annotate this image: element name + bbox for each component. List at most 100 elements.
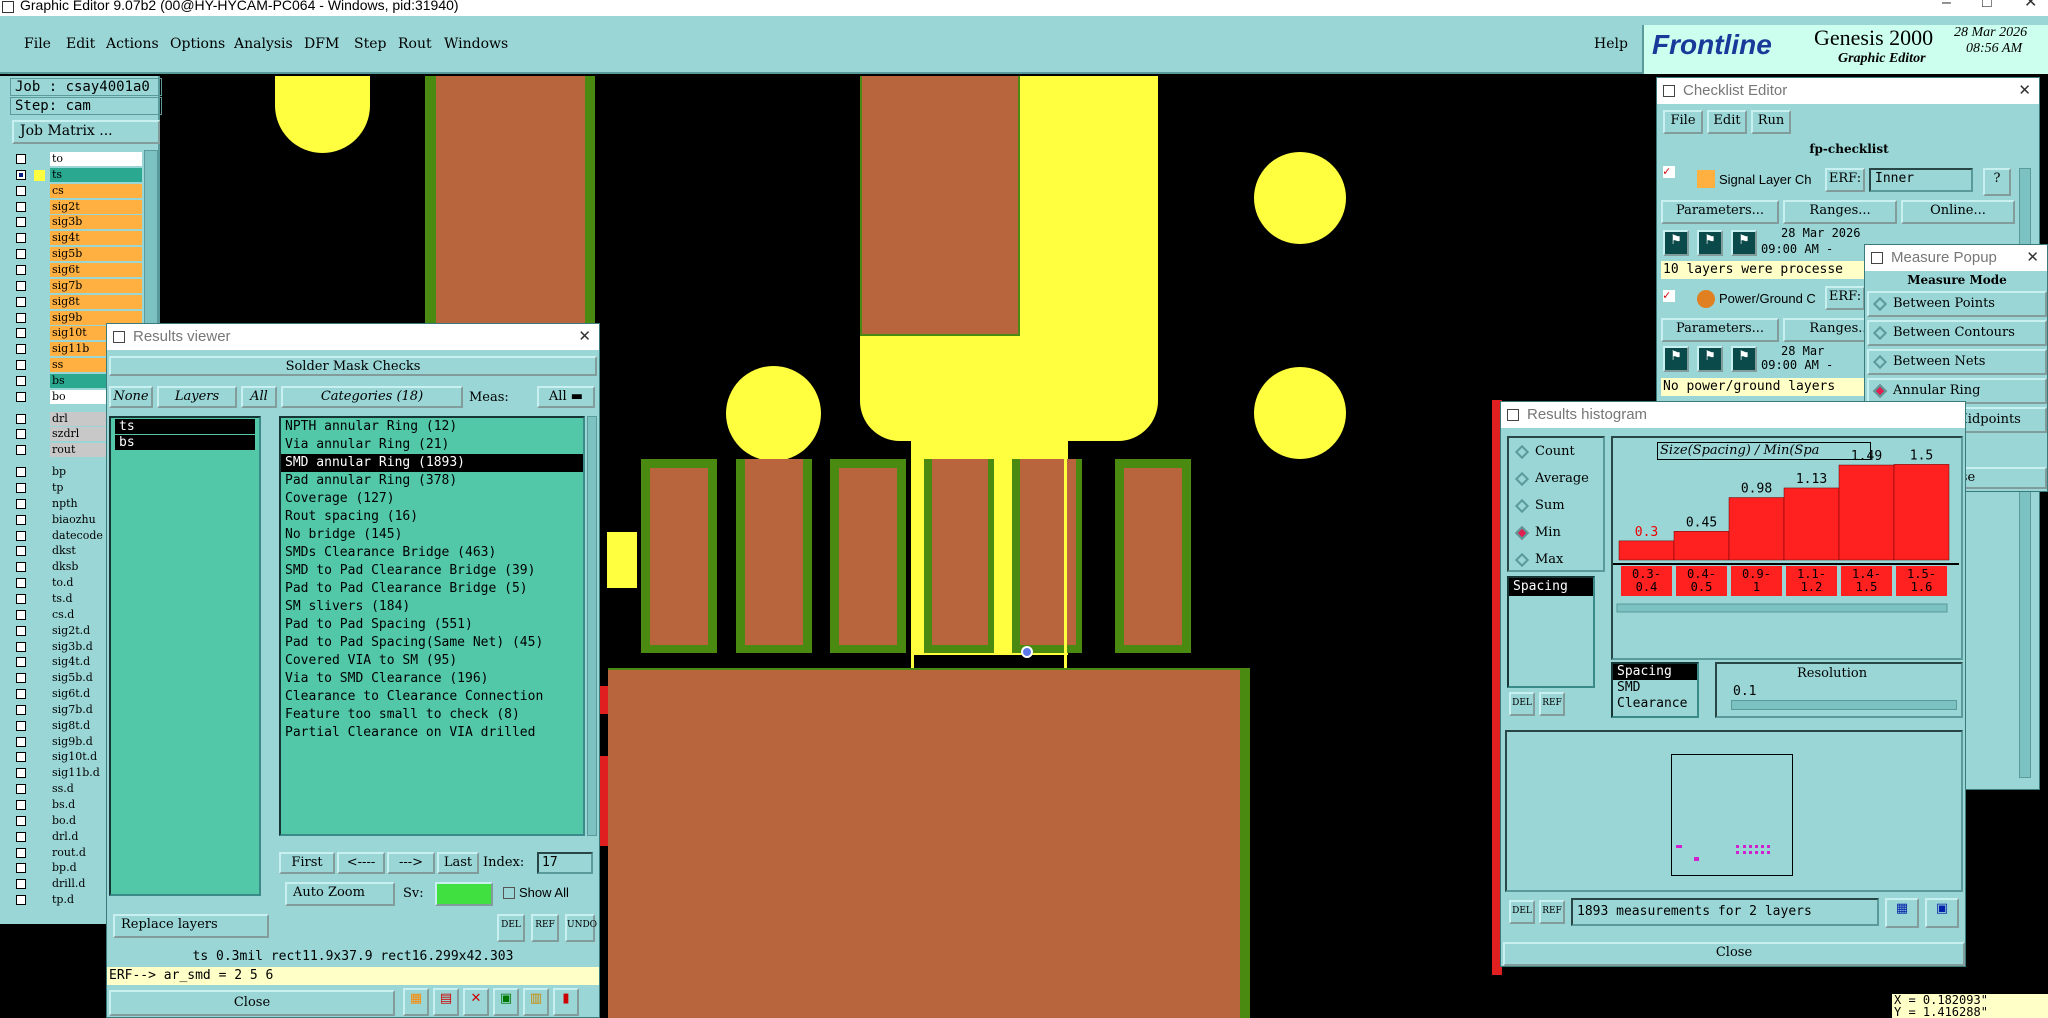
checklist-edit-menu[interactable]: Edit bbox=[1707, 110, 1747, 134]
layer-checkbox[interactable] bbox=[16, 625, 26, 636]
stat-radio[interactable]: Max bbox=[1514, 552, 1563, 567]
category-item[interactable]: Clearance to Clearance Connection bbox=[281, 688, 583, 706]
category-item[interactable]: Via annular Ring (21) bbox=[281, 436, 583, 454]
layer-checkbox[interactable] bbox=[16, 217, 26, 228]
category-item[interactable]: No bridge (145) bbox=[281, 526, 583, 544]
close-icon[interactable]: ✕ bbox=[2026, 245, 2039, 271]
list-item[interactable]: bs bbox=[115, 435, 255, 450]
row1-checkbox[interactable]: ✓ bbox=[1663, 165, 1675, 178]
layers-button[interactable]: Layers bbox=[157, 386, 237, 408]
histogram-scrollbar[interactable] bbox=[1616, 603, 1948, 613]
tool-icon-3[interactable]: ✕ bbox=[463, 988, 489, 1016]
prev-button[interactable]: <---- bbox=[337, 852, 385, 874]
category-item[interactable]: Partial Clearance on VIA drilled bbox=[281, 724, 583, 742]
close-icon[interactable]: ✕ bbox=[578, 324, 591, 350]
replace-layers-select[interactable]: Replace layers bbox=[113, 914, 269, 938]
category-item[interactable]: Pad to Pad Spacing(Same Net) (45) bbox=[281, 634, 583, 652]
category-item[interactable]: Pad annular Ring (378) bbox=[281, 472, 583, 490]
layer-checkbox[interactable] bbox=[16, 498, 26, 509]
ref-icon[interactable]: REF bbox=[531, 914, 559, 942]
layer-checkbox[interactable] bbox=[16, 154, 26, 164]
chart-icon[interactable]: ▣ bbox=[1925, 898, 1959, 928]
category-item[interactable]: SMDs Clearance Bridge (463) bbox=[281, 544, 583, 562]
menu-options[interactable]: Options bbox=[170, 36, 225, 52]
job-matrix-button[interactable]: Job Matrix ... bbox=[12, 120, 160, 144]
category-item[interactable]: SMD to Pad Clearance Bridge (39) bbox=[281, 562, 583, 580]
tool-icon-5[interactable]: ▥ bbox=[523, 988, 549, 1016]
stat-radio[interactable]: Sum bbox=[1514, 498, 1565, 513]
layer-checkbox[interactable] bbox=[16, 752, 26, 763]
ref-icon[interactable]: REF bbox=[1539, 692, 1565, 716]
next-button[interactable]: ---> bbox=[387, 852, 435, 874]
layer-checkbox[interactable] bbox=[16, 689, 26, 700]
category-item[interactable]: Via to SMD Clearance (196) bbox=[281, 670, 583, 688]
layer-checkbox[interactable] bbox=[16, 768, 26, 779]
list-item[interactable]: Spacing bbox=[1509, 578, 1593, 596]
layer-checkbox[interactable] bbox=[16, 593, 26, 604]
close-icon[interactable]: ✕ bbox=[2018, 78, 2031, 104]
run-icon[interactable]: ⚑ bbox=[1663, 346, 1689, 372]
menu-dfm[interactable]: DFM bbox=[304, 36, 339, 52]
layer-checkbox[interactable] bbox=[16, 609, 26, 620]
close-button[interactable]: Close bbox=[109, 990, 395, 1016]
layer-checkbox[interactable] bbox=[16, 185, 26, 196]
layer-row[interactable]: sig6t bbox=[12, 262, 142, 278]
layer-checkbox[interactable] bbox=[16, 264, 26, 275]
layer-checkbox[interactable] bbox=[16, 429, 26, 440]
sv-color-select[interactable] bbox=[435, 882, 493, 906]
row1-online-button[interactable]: Online... bbox=[1901, 200, 2015, 224]
measure-mode-option[interactable]: Between Contours bbox=[1867, 320, 2047, 346]
layer-checkbox[interactable] bbox=[16, 391, 26, 402]
histogram-close-button[interactable]: Close bbox=[1503, 942, 1965, 966]
layer-checkbox[interactable] bbox=[16, 280, 26, 291]
measure-mode-option[interactable]: Between Points bbox=[1867, 291, 2047, 317]
all-button[interactable]: All bbox=[241, 386, 277, 408]
row1-erf-value[interactable]: Inner bbox=[1869, 168, 1973, 192]
row1-parameters-button[interactable]: Parameters... bbox=[1661, 200, 1779, 224]
list-item[interactable]: Clearance bbox=[1613, 696, 1697, 712]
category-item[interactable]: SM slivers (184) bbox=[281, 598, 583, 616]
layer-checkbox[interactable] bbox=[16, 249, 26, 260]
layer-checkbox[interactable] bbox=[16, 800, 26, 810]
layer-checkbox[interactable] bbox=[16, 562, 26, 573]
layer-checkbox[interactable] bbox=[16, 413, 26, 424]
run-icon[interactable]: ⚑ bbox=[1663, 230, 1689, 256]
minimize-icon[interactable]: – bbox=[1942, 0, 1951, 11]
category-item[interactable]: Covered VIA to SM (95) bbox=[281, 652, 583, 670]
layer-checkbox[interactable] bbox=[16, 847, 26, 858]
tool-icon-6[interactable]: ▮ bbox=[553, 988, 579, 1016]
del-icon[interactable]: DEL bbox=[1509, 692, 1535, 716]
menu-help[interactable]: Help bbox=[1594, 36, 1628, 52]
run-icon[interactable]: ⚑ bbox=[1697, 346, 1723, 372]
type-list[interactable]: Spacing SMD Clearance bbox=[1611, 662, 1699, 718]
layer-row[interactable]: sig7b bbox=[12, 278, 142, 294]
layer-row[interactable]: sig4t bbox=[12, 231, 142, 246]
layer-checkbox[interactable] bbox=[16, 445, 26, 456]
layer-checkbox[interactable] bbox=[16, 201, 26, 212]
layer-row[interactable]: sig8t bbox=[12, 294, 142, 310]
ref-icon[interactable]: REF bbox=[1539, 900, 1565, 924]
layer-checkbox[interactable] bbox=[16, 736, 26, 747]
layer-checkbox[interactable] bbox=[16, 831, 26, 842]
list-item[interactable]: SMD bbox=[1613, 680, 1697, 696]
menu-windows[interactable]: Windows bbox=[444, 36, 508, 52]
row1-ranges-button[interactable]: Ranges... bbox=[1783, 200, 1897, 224]
category-item[interactable]: Coverage (127) bbox=[281, 490, 583, 508]
last-button[interactable]: Last bbox=[437, 852, 479, 874]
row1-erf-button[interactable]: ERF: bbox=[1825, 168, 1865, 192]
layer-checkbox[interactable] bbox=[16, 863, 26, 874]
layer-row[interactable]: to bbox=[12, 152, 142, 167]
layer-checkbox[interactable] bbox=[16, 312, 26, 323]
maximize-icon[interactable]: □ bbox=[1982, 0, 1992, 11]
layer-checkbox[interactable] bbox=[16, 784, 26, 795]
none-button[interactable]: None bbox=[109, 386, 153, 408]
layer-checkbox[interactable] bbox=[16, 657, 26, 668]
menu-step[interactable]: Step bbox=[354, 36, 386, 52]
layer-checkbox[interactable] bbox=[16, 641, 26, 652]
auto-zoom-select[interactable]: Auto Zoom bbox=[285, 882, 395, 906]
row2-parameters-button[interactable]: Parameters... bbox=[1661, 318, 1779, 342]
checklist-run-menu[interactable]: Run bbox=[1751, 110, 1791, 134]
menu-rout[interactable]: Rout bbox=[398, 36, 432, 52]
category-item[interactable]: Pad to Pad Clearance Bridge (5) bbox=[281, 580, 583, 598]
layer-checkbox[interactable] bbox=[16, 328, 26, 339]
